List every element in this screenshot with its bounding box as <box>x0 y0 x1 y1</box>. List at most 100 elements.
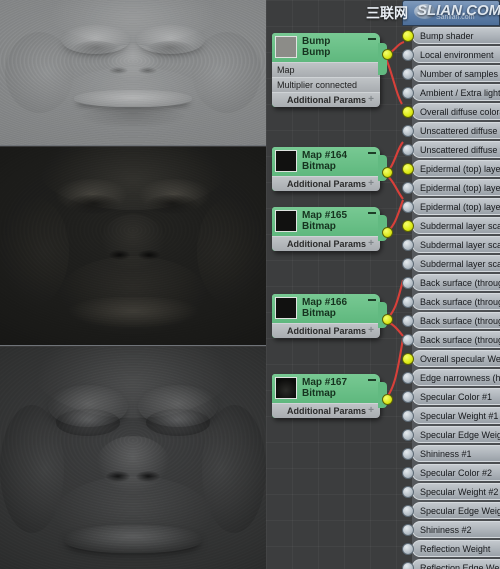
shader-socket-row[interactable]: Subdermal layer scatte <box>402 254 500 273</box>
shader-socket-row[interactable]: Ambient / Extra light <box>402 83 500 102</box>
node-map-165-thumbnail[interactable] <box>275 210 297 232</box>
node-bump-thumbnail[interactable] <box>275 36 297 58</box>
node-map-164-thumbnail[interactable] <box>275 150 297 172</box>
node-map-165-additional-params[interactable]: Additional Params + <box>272 236 380 252</box>
socket-empty-icon[interactable] <box>402 257 414 270</box>
node-map-164[interactable]: Map #164 Bitmap Additional Params + <box>272 147 393 192</box>
node-map-166[interactable]: Map #166 Bitmap Additional Params + <box>272 294 393 339</box>
shader-socket-row[interactable]: Edge narrowness (high <box>402 368 500 387</box>
shader-socket-row[interactable]: Overall diffuse coloration <box>402 102 500 121</box>
socket-empty-icon[interactable] <box>402 86 414 99</box>
socket-empty-icon[interactable] <box>402 238 414 251</box>
socket-empty-icon[interactable] <box>402 504 414 517</box>
node-map-165[interactable]: Map #165 Bitmap Additional Params + <box>272 207 393 252</box>
node-bump-additional-params[interactable]: Additional Params + <box>272 92 380 108</box>
collapse-icon[interactable] <box>368 152 376 154</box>
shader-socket-row[interactable]: Specular Weight #1 <box>402 406 500 425</box>
node-bump-row-multiplier[interactable]: Multiplier connected <box>272 77 380 93</box>
node-map-166-header[interactable]: Map #166 Bitmap <box>272 294 380 324</box>
shader-socket-row[interactable]: Specular Edge Weight # <box>402 501 500 520</box>
shader-socket-row[interactable]: Local environment <box>402 45 500 64</box>
socket-empty-icon[interactable] <box>402 466 414 479</box>
node-bump-row-map[interactable]: Map <box>272 62 380 78</box>
shader-socket-row[interactable]: Specular Color #2 <box>402 463 500 482</box>
shader-socket-row[interactable]: Unscattered diffuse weig <box>402 140 500 159</box>
node-map-167-thumbnail[interactable] <box>275 377 297 399</box>
specular-map-preview[interactable] <box>0 347 266 569</box>
node-graph-canvas[interactable]: Bump Bump Map Multiplier connected Addit… <box>266 0 500 569</box>
shader-socket-row[interactable]: Back surface (through) <box>402 311 500 330</box>
shader-socket-row[interactable]: Epidermal (top) layer s <box>402 159 500 178</box>
node-map-167[interactable]: Map #167 Bitmap Additional Params + <box>272 374 393 419</box>
socket-empty-icon[interactable] <box>402 428 414 441</box>
socket-empty-icon[interactable] <box>402 523 414 536</box>
collapse-icon[interactable] <box>368 299 376 301</box>
shader-socket-row[interactable]: Specular Color #1 <box>402 387 500 406</box>
expand-plus-icon[interactable]: + <box>368 95 374 105</box>
expand-plus-icon[interactable]: + <box>368 239 374 249</box>
bump-map-preview[interactable] <box>0 0 266 146</box>
socket-empty-icon[interactable] <box>402 485 414 498</box>
shader-socket-row[interactable]: Subdermal layer scatte <box>402 235 500 254</box>
socket-connected-icon[interactable] <box>402 219 414 232</box>
shader-socket-row[interactable]: Unscattered diffuse color <box>402 121 500 140</box>
socket-empty-icon[interactable] <box>402 124 414 137</box>
socket-empty-icon[interactable] <box>402 390 414 403</box>
node-bump[interactable]: Bump Bump Map Multiplier connected Addit… <box>272 33 393 108</box>
socket-empty-icon[interactable] <box>402 48 414 61</box>
node-bump-header[interactable]: Bump Bump <box>272 33 380 63</box>
shader-parameter-panel[interactable]: Bump shader Local environment Number of sa… <box>402 0 500 569</box>
socket-empty-icon[interactable] <box>402 333 414 346</box>
socket-empty-icon[interactable] <box>402 200 414 213</box>
shader-socket-row[interactable]: Subdermal layer scatte <box>402 216 500 235</box>
socket-empty-icon[interactable] <box>402 143 414 156</box>
node-map-166-additional-params[interactable]: Additional Params + <box>272 323 380 339</box>
socket-connected-icon[interactable] <box>402 105 414 118</box>
node-map-166-output-socket[interactable] <box>382 314 393 325</box>
expand-plus-icon[interactable]: + <box>368 179 374 189</box>
node-map-166-thumbnail[interactable] <box>275 297 297 319</box>
shader-socket-row[interactable]: Reflection Edge Weight <box>402 558 500 569</box>
shader-panel-header[interactable] <box>402 0 500 26</box>
node-map-164-additional-params[interactable]: Additional Params + <box>272 176 380 192</box>
socket-connected-icon[interactable] <box>402 352 414 365</box>
socket-empty-icon[interactable] <box>402 276 414 289</box>
shader-socket-row[interactable]: Epidermal (top) layer s <box>402 178 500 197</box>
socket-empty-icon[interactable] <box>402 67 414 80</box>
expand-plus-icon[interactable]: + <box>368 406 374 416</box>
shader-socket-row[interactable]: Shininess #2 <box>402 520 500 539</box>
socket-empty-icon[interactable] <box>402 447 414 460</box>
shader-socket-row[interactable]: Back surface (through) <box>402 292 500 311</box>
socket-empty-icon[interactable] <box>402 295 414 308</box>
shader-socket-row[interactable]: Shininess #1 <box>402 444 500 463</box>
shader-socket-row[interactable]: Back surface (through) <box>402 330 500 349</box>
socket-connected-icon[interactable] <box>402 29 414 42</box>
socket-empty-icon[interactable] <box>402 542 414 555</box>
node-map-167-output-socket[interactable] <box>382 394 393 405</box>
shader-socket-row[interactable]: Overall specular Weight <box>402 349 500 368</box>
socket-empty-icon[interactable] <box>402 371 414 384</box>
socket-empty-icon[interactable] <box>402 409 414 422</box>
shader-socket-row[interactable]: Epidermal (top) layer s <box>402 197 500 216</box>
shader-socket-row[interactable]: Specular Weight #2 <box>402 482 500 501</box>
collapse-icon[interactable] <box>368 379 376 381</box>
diffuse-map-preview[interactable] <box>0 147 266 346</box>
socket-empty-icon[interactable] <box>402 314 414 327</box>
node-map-165-header[interactable]: Map #165 Bitmap <box>272 207 380 237</box>
shader-socket-row[interactable]: Specular Edge Weight # <box>402 425 500 444</box>
node-map-164-header[interactable]: Map #164 Bitmap <box>272 147 380 177</box>
shader-socket-row[interactable]: Back surface (through) <box>402 273 500 292</box>
collapse-icon[interactable] <box>368 212 376 214</box>
node-map-167-header[interactable]: Map #167 Bitmap <box>272 374 380 404</box>
node-bump-output-socket[interactable] <box>382 49 393 60</box>
node-map-164-output-socket[interactable] <box>382 167 393 178</box>
node-map-165-output-socket[interactable] <box>382 227 393 238</box>
socket-connected-icon[interactable] <box>402 162 414 175</box>
shader-socket-row[interactable]: Reflection Weight <box>402 539 500 558</box>
socket-empty-icon[interactable] <box>402 181 414 194</box>
shader-socket-row[interactable]: Bump shader <box>402 26 500 45</box>
node-map-167-additional-params[interactable]: Additional Params + <box>272 403 380 419</box>
collapse-icon[interactable] <box>368 38 376 40</box>
expand-plus-icon[interactable]: + <box>368 326 374 336</box>
shader-socket-row[interactable]: Number of samples <box>402 64 500 83</box>
